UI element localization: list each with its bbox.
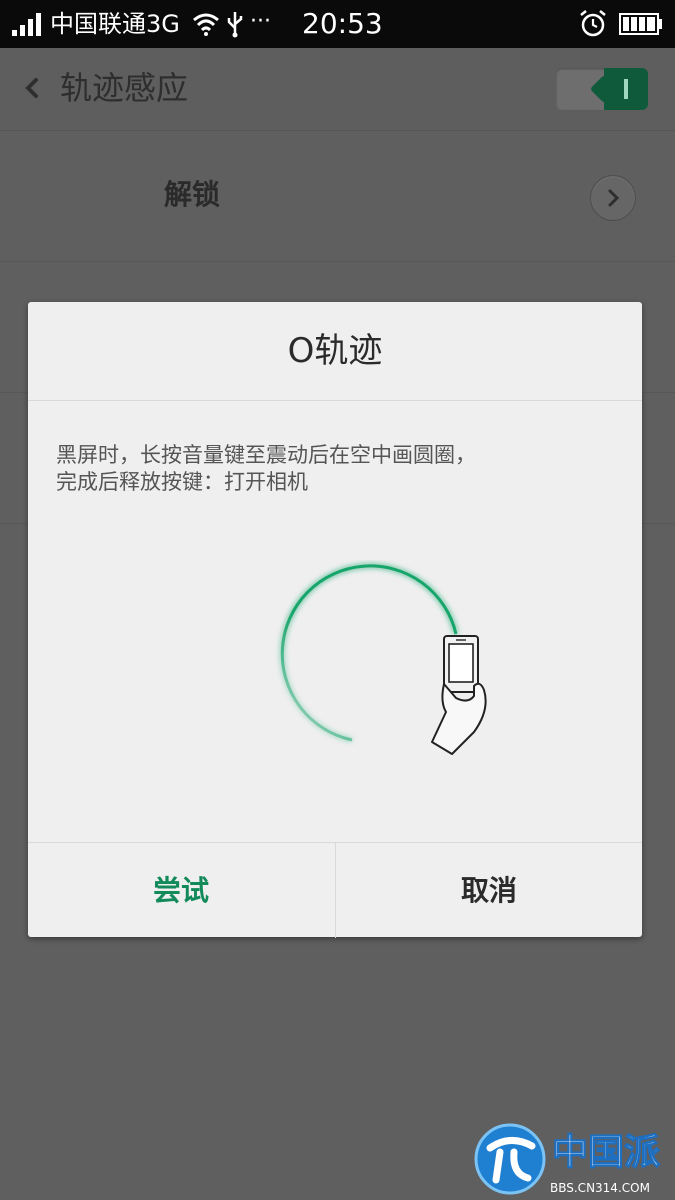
watermark-logo: 中国派 BBS.CN314.COM: [474, 1123, 661, 1195]
chevron-right-icon: [590, 175, 636, 221]
try-button[interactable]: 尝试: [28, 843, 334, 938]
feature-toggle[interactable]: [556, 68, 648, 110]
circle-gesture-phone-hand-icon: [280, 564, 487, 755]
list-item-label: 解锁: [164, 178, 221, 211]
usb-icon: [227, 12, 243, 38]
clock: 20:53: [302, 7, 383, 40]
battery-icon: [619, 13, 662, 35]
back-chevron-icon: [25, 78, 38, 98]
description-line-1: 黑屏时，长按音量键至震动后在空中画圆圈，: [56, 443, 476, 467]
more-indicator: ···: [250, 9, 271, 34]
gesture-dialog: O轨迹 黑屏时，长按音量键至震动后在空中画圆圈， 完成后释放按键：打开相机 尝试…: [28, 302, 642, 938]
alarm-icon: [580, 10, 606, 37]
wifi-icon: [193, 13, 219, 36]
page-title: 轨迹感应: [60, 69, 189, 107]
list-item-unlock[interactable]: 解锁: [0, 131, 675, 262]
status-bar: 中国联通3G ··· 20:53: [0, 0, 675, 48]
back-button[interactable]: [18, 72, 44, 104]
title-bar: 轨迹感应: [0, 48, 675, 131]
watermark-brand: 中国派: [552, 1132, 660, 1173]
dialog-actions: 尝试 取消: [28, 842, 642, 938]
watermark-site: BBS.CN314.COM: [550, 1181, 650, 1195]
toggle-knob: [604, 68, 648, 110]
dialog-description: 黑屏时，长按音量键至震动后在空中画圆圈， 完成后释放按键：打开相机: [56, 442, 616, 496]
signal-icon: [12, 13, 41, 36]
cancel-button[interactable]: 取消: [335, 843, 642, 938]
dialog-title: O轨迹: [28, 302, 642, 401]
carrier-label: 中国联通3G: [50, 10, 180, 38]
description-line-2: 完成后释放按键：打开相机: [56, 470, 308, 494]
